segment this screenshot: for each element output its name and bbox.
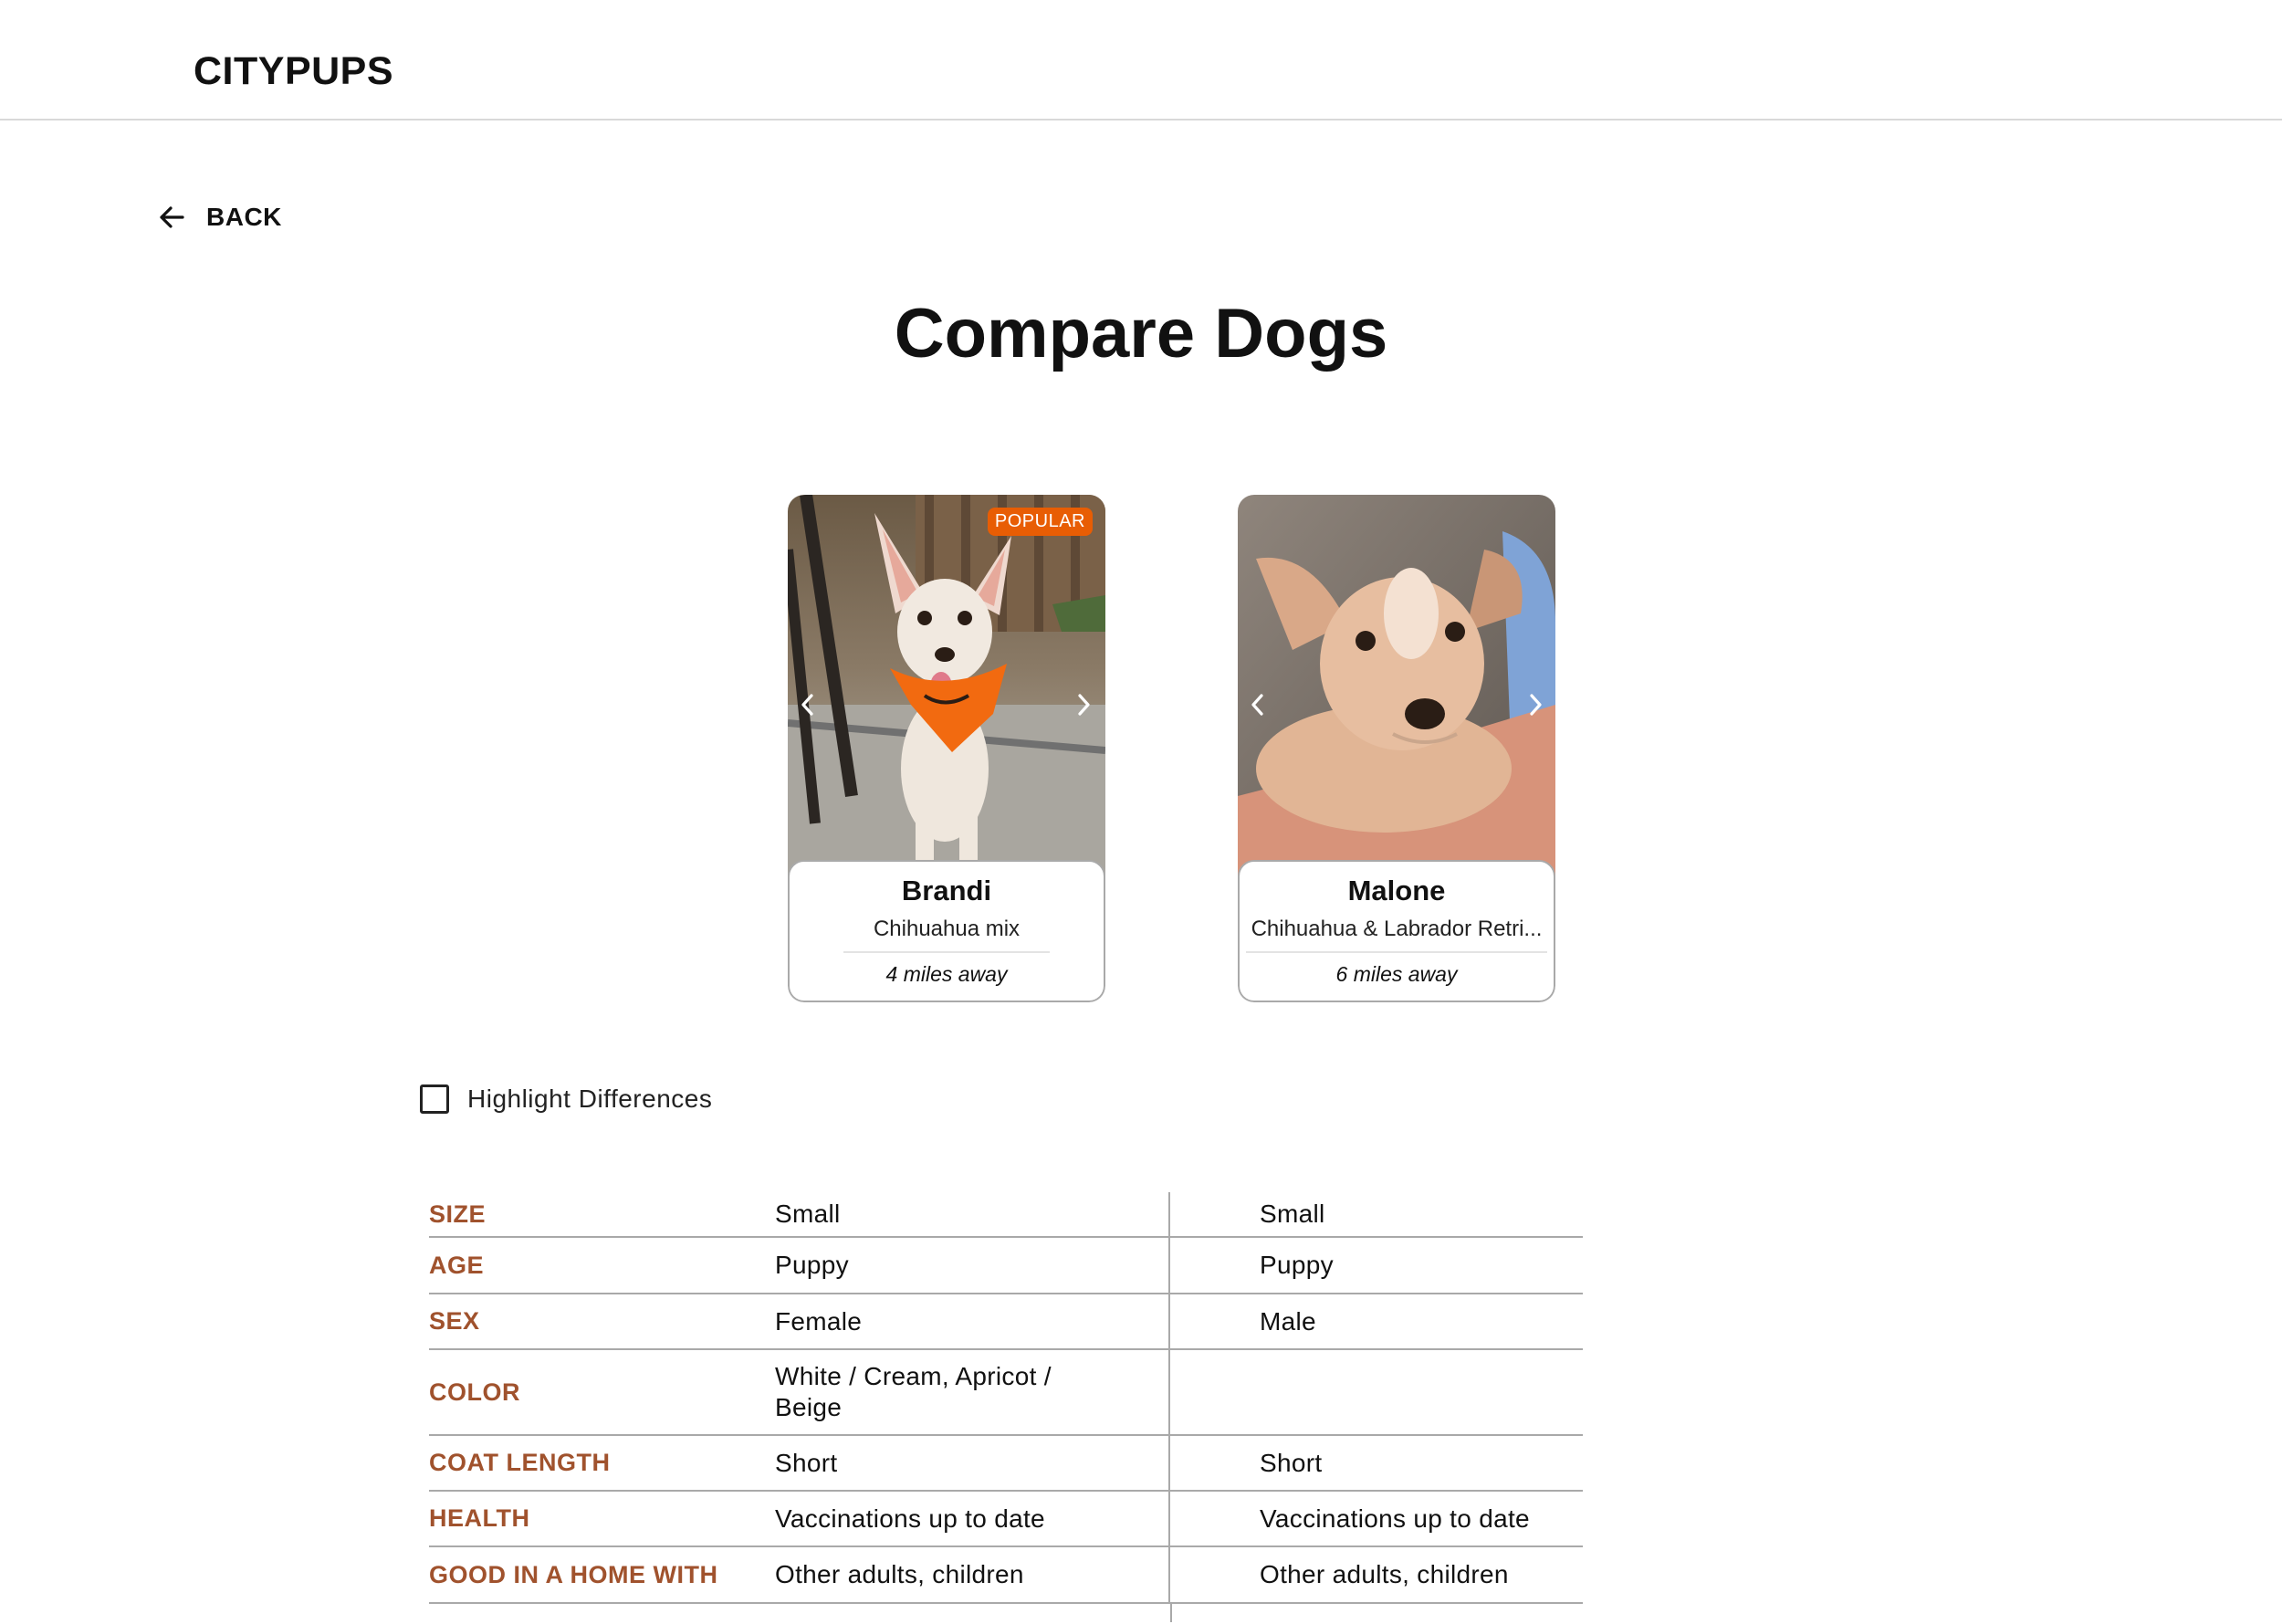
chevron-left-icon <box>1251 694 1263 716</box>
table-row: AGE Puppy Puppy <box>429 1238 1583 1294</box>
dog-card-brandi[interactable]: POPULAR Brandi Chihuahua mix 4 miles awa… <box>788 495 1105 1002</box>
dog1-value: Small <box>775 1192 1170 1236</box>
dog2-value: Small <box>1260 1200 1325 1228</box>
dog1-value: Other adults, children <box>775 1547 1170 1602</box>
dog2-value: Short <box>1260 1448 1323 1477</box>
arrow-left-icon <box>160 206 184 228</box>
table-row: SIZE Small Small <box>429 1192 1583 1238</box>
dog-card-malone[interactable]: Malone Chihuahua & Labrador Retri... 6 m… <box>1238 495 1555 1002</box>
carousel-prev-button[interactable] <box>792 686 823 723</box>
row-label: SEX <box>429 1307 480 1335</box>
comparison-table: SIZE Small Small AGE Puppy Puppy SEX Fem… <box>429 1192 1583 1624</box>
table-row: GOOD IN A HOME WITH Other adults, childr… <box>429 1547 1583 1604</box>
dog-breed: Chihuahua mix <box>873 917 1021 941</box>
card-divider <box>1246 951 1547 953</box>
dog-photo <box>1238 495 1555 878</box>
dog2-value: Other adults, children <box>1260 1560 1509 1588</box>
dog1-value: Short <box>775 1436 1170 1490</box>
highlight-differences-label: Highlight Differences <box>467 1084 713 1113</box>
dog1-value: White / Cream, Apricot / Beige <box>775 1350 1170 1434</box>
dog2-value: Puppy <box>1260 1251 1334 1279</box>
dog2-value: Male <box>1260 1306 1316 1336</box>
dog-name: Malone <box>1347 875 1446 906</box>
site-logo[interactable]: CITYPUPS <box>194 49 393 94</box>
top-header: CITYPUPS <box>0 0 2282 120</box>
row-label: AGE <box>429 1251 485 1279</box>
popular-badge: POPULAR <box>987 508 1093 536</box>
chevron-right-icon <box>1530 694 1542 716</box>
dog2-value: Vaccinations up to date <box>1260 1504 1530 1533</box>
page-title: Compare Dogs <box>894 295 1388 372</box>
dog1-value: Female <box>775 1294 1170 1348</box>
dog1-value: Puppy <box>775 1238 1170 1293</box>
row-label: COLOR <box>429 1378 520 1406</box>
dog-card-info: Malone Chihuahua & Labrador Retri... 6 m… <box>1238 860 1555 1002</box>
table-row: COLOR White / Cream, Apricot / Beige <box>429 1350 1583 1436</box>
back-button[interactable]: BACK <box>155 199 282 236</box>
row-label: SIZE <box>429 1200 487 1228</box>
dog2-value <box>1170 1350 1583 1434</box>
row-label: HEALTH <box>429 1504 530 1532</box>
highlight-differences-toggle[interactable]: Highlight Differences <box>420 1084 712 1114</box>
dog-distance: 6 miles away <box>1335 962 1458 986</box>
carousel-next-button[interactable] <box>1520 686 1551 723</box>
table-row: COAT LENGTH Short Short <box>429 1436 1583 1492</box>
card-divider <box>843 951 1050 953</box>
back-label: BACK <box>206 203 282 231</box>
dog-name: Brandi <box>901 875 992 906</box>
carousel-next-button[interactable] <box>1068 686 1099 723</box>
dog-breed: Chihuahua & Labrador Retri... <box>1251 917 1543 941</box>
table-row: SEX Female Male <box>429 1294 1583 1350</box>
row-label: COAT LENGTH <box>429 1449 611 1476</box>
highlight-differences-checkbox[interactable] <box>420 1084 449 1114</box>
chevron-left-icon <box>801 694 813 716</box>
dog-card-info: Brandi Chihuahua mix 4 miles away <box>788 860 1105 1002</box>
dog-distance: 4 miles away <box>885 962 1008 986</box>
column-divider <box>1170 1604 1172 1622</box>
table-row: HEALTH Vaccinations up to date Vaccinati… <box>429 1492 1583 1547</box>
chevron-right-icon <box>1078 694 1090 716</box>
table-overflow <box>429 1604 1583 1624</box>
dog1-value: Vaccinations up to date <box>775 1492 1170 1545</box>
dog-photo <box>788 495 1105 878</box>
carousel-prev-button[interactable] <box>1242 686 1273 723</box>
row-label: GOOD IN A HOME WITH <box>429 1560 718 1588</box>
